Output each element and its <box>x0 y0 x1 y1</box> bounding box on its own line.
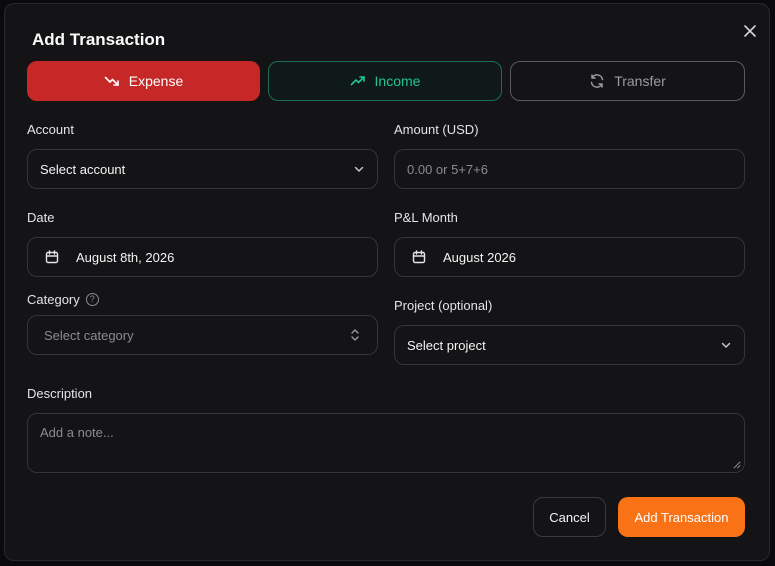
category-label: Category ? <box>27 292 99 307</box>
help-icon[interactable]: ? <box>85 293 99 306</box>
add-transaction-button[interactable]: Add Transaction <box>618 497 745 537</box>
chevrons-up-down-icon <box>351 329 359 341</box>
category-label-text: Category <box>27 292 80 307</box>
amount-field <box>394 149 745 189</box>
pl-month-label-text: P&L Month <box>394 210 458 225</box>
expense-label: Expense <box>128 73 184 89</box>
dialog-title: Add Transaction <box>32 30 166 49</box>
account-label-text: Account <box>27 122 74 137</box>
expense-type-button[interactable]: Expense <box>27 61 260 101</box>
amount-input[interactable] <box>407 161 732 177</box>
income-type-button[interactable]: Income <box>268 61 502 101</box>
category-placeholder: Select category <box>44 327 134 343</box>
project-label-text: Project (optional) <box>394 298 493 313</box>
amount-label-text: Amount (USD) <box>394 122 479 137</box>
date-label-text: Date <box>27 210 55 225</box>
close-icon <box>744 25 756 37</box>
trending-down-icon <box>104 76 119 86</box>
transfer-label: Transfer <box>614 73 666 89</box>
description-label-text: Description <box>27 386 93 401</box>
account-select[interactable]: Select account <box>27 149 378 189</box>
amount-label: Amount (USD) <box>394 122 479 137</box>
category-select[interactable]: Select category <box>27 315 378 355</box>
project-select[interactable]: Select project <box>394 325 745 365</box>
account-label: Account <box>27 122 74 137</box>
date-value: August 8th, 2026 <box>76 249 175 265</box>
description-field <box>27 413 745 473</box>
date-label: Date <box>27 210 54 225</box>
refresh-icon <box>590 74 604 88</box>
transfer-type-button[interactable]: Transfer <box>510 61 745 101</box>
description-textarea[interactable] <box>40 425 732 461</box>
trending-up-icon <box>350 76 365 86</box>
description-label: Description <box>27 386 92 401</box>
pl-month-label: P&L Month <box>394 210 458 225</box>
date-picker[interactable]: August 8th, 2026 <box>27 237 378 277</box>
resize-handle-icon[interactable] <box>733 461 741 469</box>
chevron-down-icon <box>721 342 731 348</box>
calendar-icon <box>412 250 426 264</box>
chevron-down-icon <box>354 166 364 172</box>
project-value: Select project <box>407 337 486 353</box>
pl-month-value: August 2026 <box>443 249 517 265</box>
income-label: Income <box>374 73 421 89</box>
calendar-icon <box>45 250 59 264</box>
pl-month-picker[interactable]: August 2026 <box>394 237 745 277</box>
close-button[interactable] <box>740 21 760 41</box>
project-label: Project (optional) <box>394 298 492 313</box>
account-value: Select account <box>40 161 126 177</box>
cancel-button[interactable]: Cancel <box>533 497 606 537</box>
